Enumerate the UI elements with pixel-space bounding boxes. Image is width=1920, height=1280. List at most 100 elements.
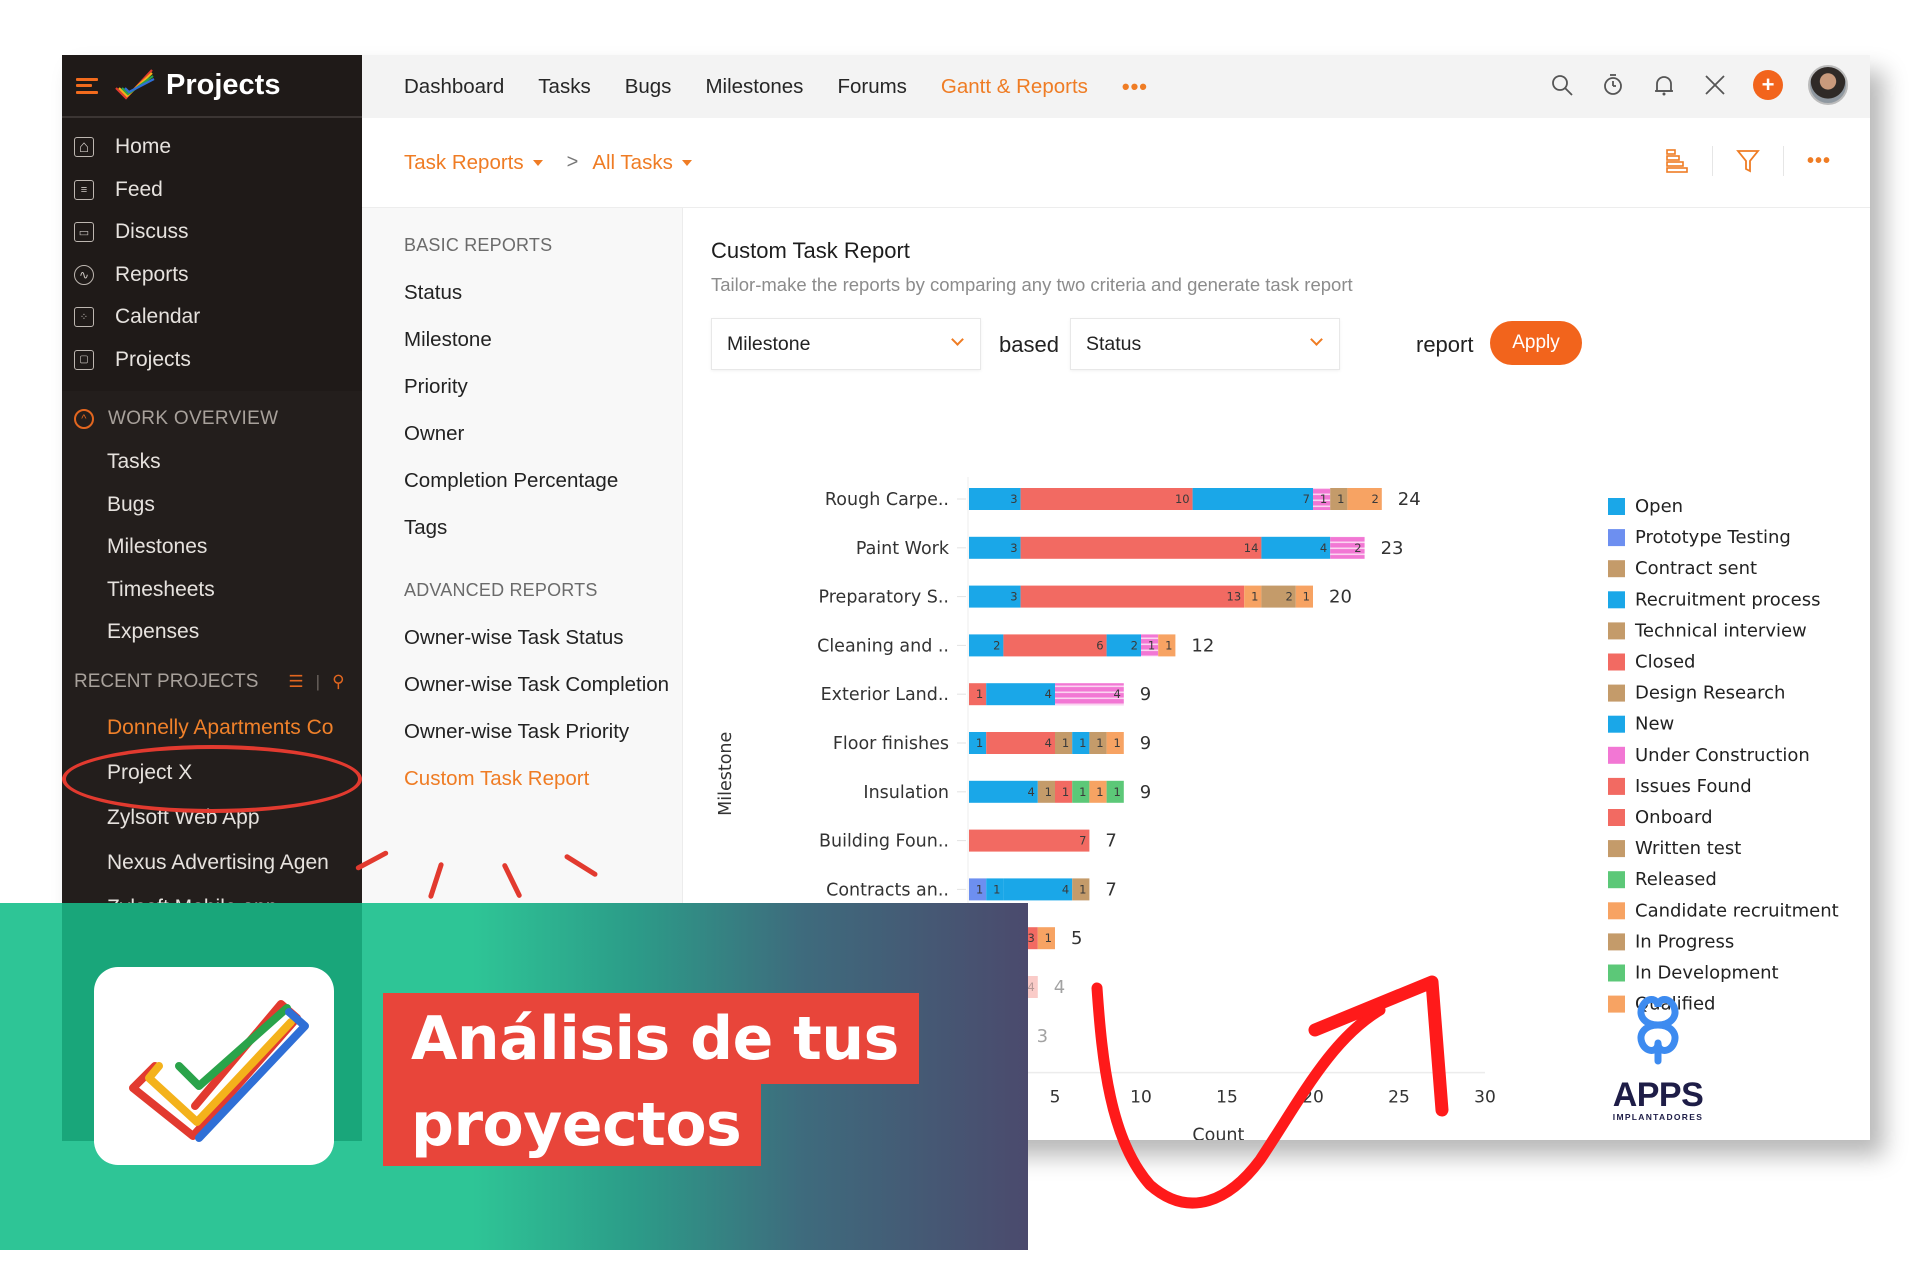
- sidebar-item-discuss[interactable]: ▭ Discuss: [62, 211, 362, 254]
- breadcrumb-task-reports[interactable]: Task Reports: [404, 151, 543, 175]
- segment-value-label: 1: [1251, 590, 1258, 604]
- nav-forums[interactable]: Forums: [837, 75, 906, 99]
- segment-value-label: 4: [1113, 687, 1120, 701]
- app-title: Projects: [166, 69, 281, 101]
- legend-label: Issues Found: [1635, 776, 1752, 797]
- legend-swatch: [1608, 684, 1625, 702]
- work-overview-toggle[interactable]: ^ WORK OVERVIEW: [62, 397, 362, 441]
- sidebar-item-bugs[interactable]: Bugs: [62, 484, 362, 527]
- x-axis-title: Count: [1192, 1126, 1244, 1140]
- add-icon[interactable]: +: [1753, 70, 1783, 100]
- recent-project-item[interactable]: Nexus Advertising Agen: [62, 841, 362, 886]
- filter-icon[interactable]: [1733, 146, 1763, 176]
- report-subtitle: Tailor-make the reports by comparing any…: [711, 274, 1353, 295]
- row-total-label: 23: [1381, 538, 1404, 559]
- sidebar-item-reports[interactable]: ∿ Reports: [62, 254, 362, 297]
- zoho-projects-app-tile: [94, 967, 334, 1165]
- report-owner-task-completion[interactable]: Owner-wise Task Completion: [404, 661, 682, 708]
- recent-project-item[interactable]: Zylsoft Web App: [62, 796, 362, 841]
- segment-value-label: 1: [976, 882, 983, 896]
- report-milestone[interactable]: Milestone: [404, 316, 682, 363]
- segment-value-label: 1: [976, 736, 983, 750]
- criteria-1-select[interactable]: Milestone: [711, 318, 981, 370]
- segment-value-label: 1: [976, 687, 983, 701]
- nav-dashboard[interactable]: Dashboard: [404, 75, 504, 99]
- report-custom-task-report[interactable]: Custom Task Report: [404, 755, 682, 802]
- legend-label: Candidate recruitment: [1635, 900, 1839, 921]
- report-owner-task-priority[interactable]: Owner-wise Task Priority: [404, 708, 682, 755]
- nav-bugs[interactable]: Bugs: [625, 75, 672, 99]
- nav-more-button[interactable]: •••: [1122, 74, 1148, 100]
- segment-value-label: 3: [1010, 541, 1017, 555]
- recent-project-item[interactable]: Donnelly Apartments Co: [62, 706, 362, 751]
- filter-settings-icon[interactable]: ☰: [288, 672, 303, 692]
- section-title: WORK OVERVIEW: [108, 408, 279, 429]
- discuss-icon: ▭: [74, 222, 94, 243]
- work-overview-section: ^ WORK OVERVIEW Tasks Bugs Milestones Tim…: [62, 391, 362, 976]
- timer-icon[interactable]: [1600, 72, 1626, 98]
- bar-segment: [969, 829, 1090, 852]
- segment-value-label: 1: [1337, 492, 1344, 506]
- category-label: Paint Work: [856, 539, 950, 559]
- legend-swatch: [1608, 715, 1625, 733]
- nav-tasks[interactable]: Tasks: [538, 75, 590, 99]
- recent-project-item[interactable]: Project X: [62, 751, 362, 796]
- sidebar-item-projects[interactable]: ▢ Projects: [62, 339, 362, 382]
- legend-swatch: [1608, 809, 1625, 826]
- top-navigation: Dashboard Tasks Bugs Milestones Forums G…: [362, 55, 1870, 118]
- tools-icon[interactable]: [1702, 72, 1728, 98]
- report-status[interactable]: Status: [404, 269, 682, 316]
- sidebar-item-home[interactable]: ⌂ Home: [62, 126, 362, 169]
- legend-label: Prototype Testing: [1635, 527, 1791, 548]
- more-options-icon[interactable]: •••: [1804, 146, 1834, 176]
- segment-value-label: 1: [1079, 785, 1086, 799]
- segment-value-label: 1: [1113, 736, 1120, 750]
- chart-view-icon[interactable]: [1662, 146, 1692, 176]
- hamburger-menu-icon[interactable]: [76, 77, 98, 94]
- segment-value-label: 4: [1062, 882, 1069, 896]
- report-tags[interactable]: Tags: [404, 504, 682, 551]
- legend-swatch: [1608, 871, 1625, 889]
- category-label: Rough Carpe..: [825, 490, 949, 510]
- row-total-label: 5: [1071, 928, 1082, 949]
- sidebar-item-tasks[interactable]: Tasks: [62, 441, 362, 484]
- report-toolbar: •••: [1662, 146, 1834, 176]
- bar-segment: [1020, 488, 1193, 510]
- apply-button[interactable]: Apply: [1490, 321, 1582, 365]
- report-owner[interactable]: Owner: [404, 410, 682, 457]
- breadcrumb-all-tasks[interactable]: All Tasks: [592, 151, 692, 175]
- search-icon[interactable]: ⚲: [332, 672, 344, 692]
- bell-icon[interactable]: [1651, 72, 1677, 98]
- legend-swatch: [1608, 560, 1625, 578]
- legend-swatch: [1608, 653, 1625, 671]
- report-priority[interactable]: Priority: [404, 363, 682, 410]
- segment-value-label: 1: [1165, 638, 1172, 652]
- segment-value-label: 1: [1045, 931, 1052, 945]
- segment-value-label: 1: [1062, 736, 1069, 750]
- sidebar-item-calendar[interactable]: ⁘ Calendar: [62, 296, 362, 339]
- legend-label: Written test: [1635, 838, 1741, 859]
- segment-value-label: 2: [1354, 541, 1361, 555]
- legend-label: In Progress: [1635, 931, 1734, 952]
- nav-gantt-reports[interactable]: Gantt & Reports: [941, 75, 1088, 99]
- category-label: Preparatory S..: [819, 588, 950, 608]
- sidebar-header: Projects: [62, 55, 362, 118]
- row-total-label: 12: [1191, 635, 1214, 656]
- segment-value-label: 1: [1303, 590, 1310, 604]
- sidebar-item-milestones[interactable]: Milestones: [62, 526, 362, 569]
- advanced-reports-heading: ADVANCED REPORTS: [404, 580, 598, 600]
- search-icon[interactable]: [1549, 72, 1575, 98]
- sidebar-item-timesheets[interactable]: Timesheets: [62, 569, 362, 612]
- caret-down-icon: [532, 159, 543, 166]
- sidebar-item-feed[interactable]: ≡ Feed: [62, 169, 362, 212]
- sidebar-item-expenses[interactable]: Expenses: [62, 611, 362, 654]
- x-tick-label: 30: [1474, 1088, 1496, 1108]
- report-owner-task-status[interactable]: Owner-wise Task Status: [404, 614, 682, 661]
- report-completion-percentage[interactable]: Completion Percentage: [404, 457, 682, 504]
- topnav-actions: +: [1549, 65, 1848, 105]
- zoho-projects-checkmark-icon: [129, 1000, 309, 1142]
- criteria-2-select[interactable]: Status: [1070, 318, 1340, 370]
- nav-milestones[interactable]: Milestones: [705, 75, 803, 99]
- row-total-label: 9: [1140, 684, 1151, 705]
- avatar[interactable]: [1808, 65, 1848, 105]
